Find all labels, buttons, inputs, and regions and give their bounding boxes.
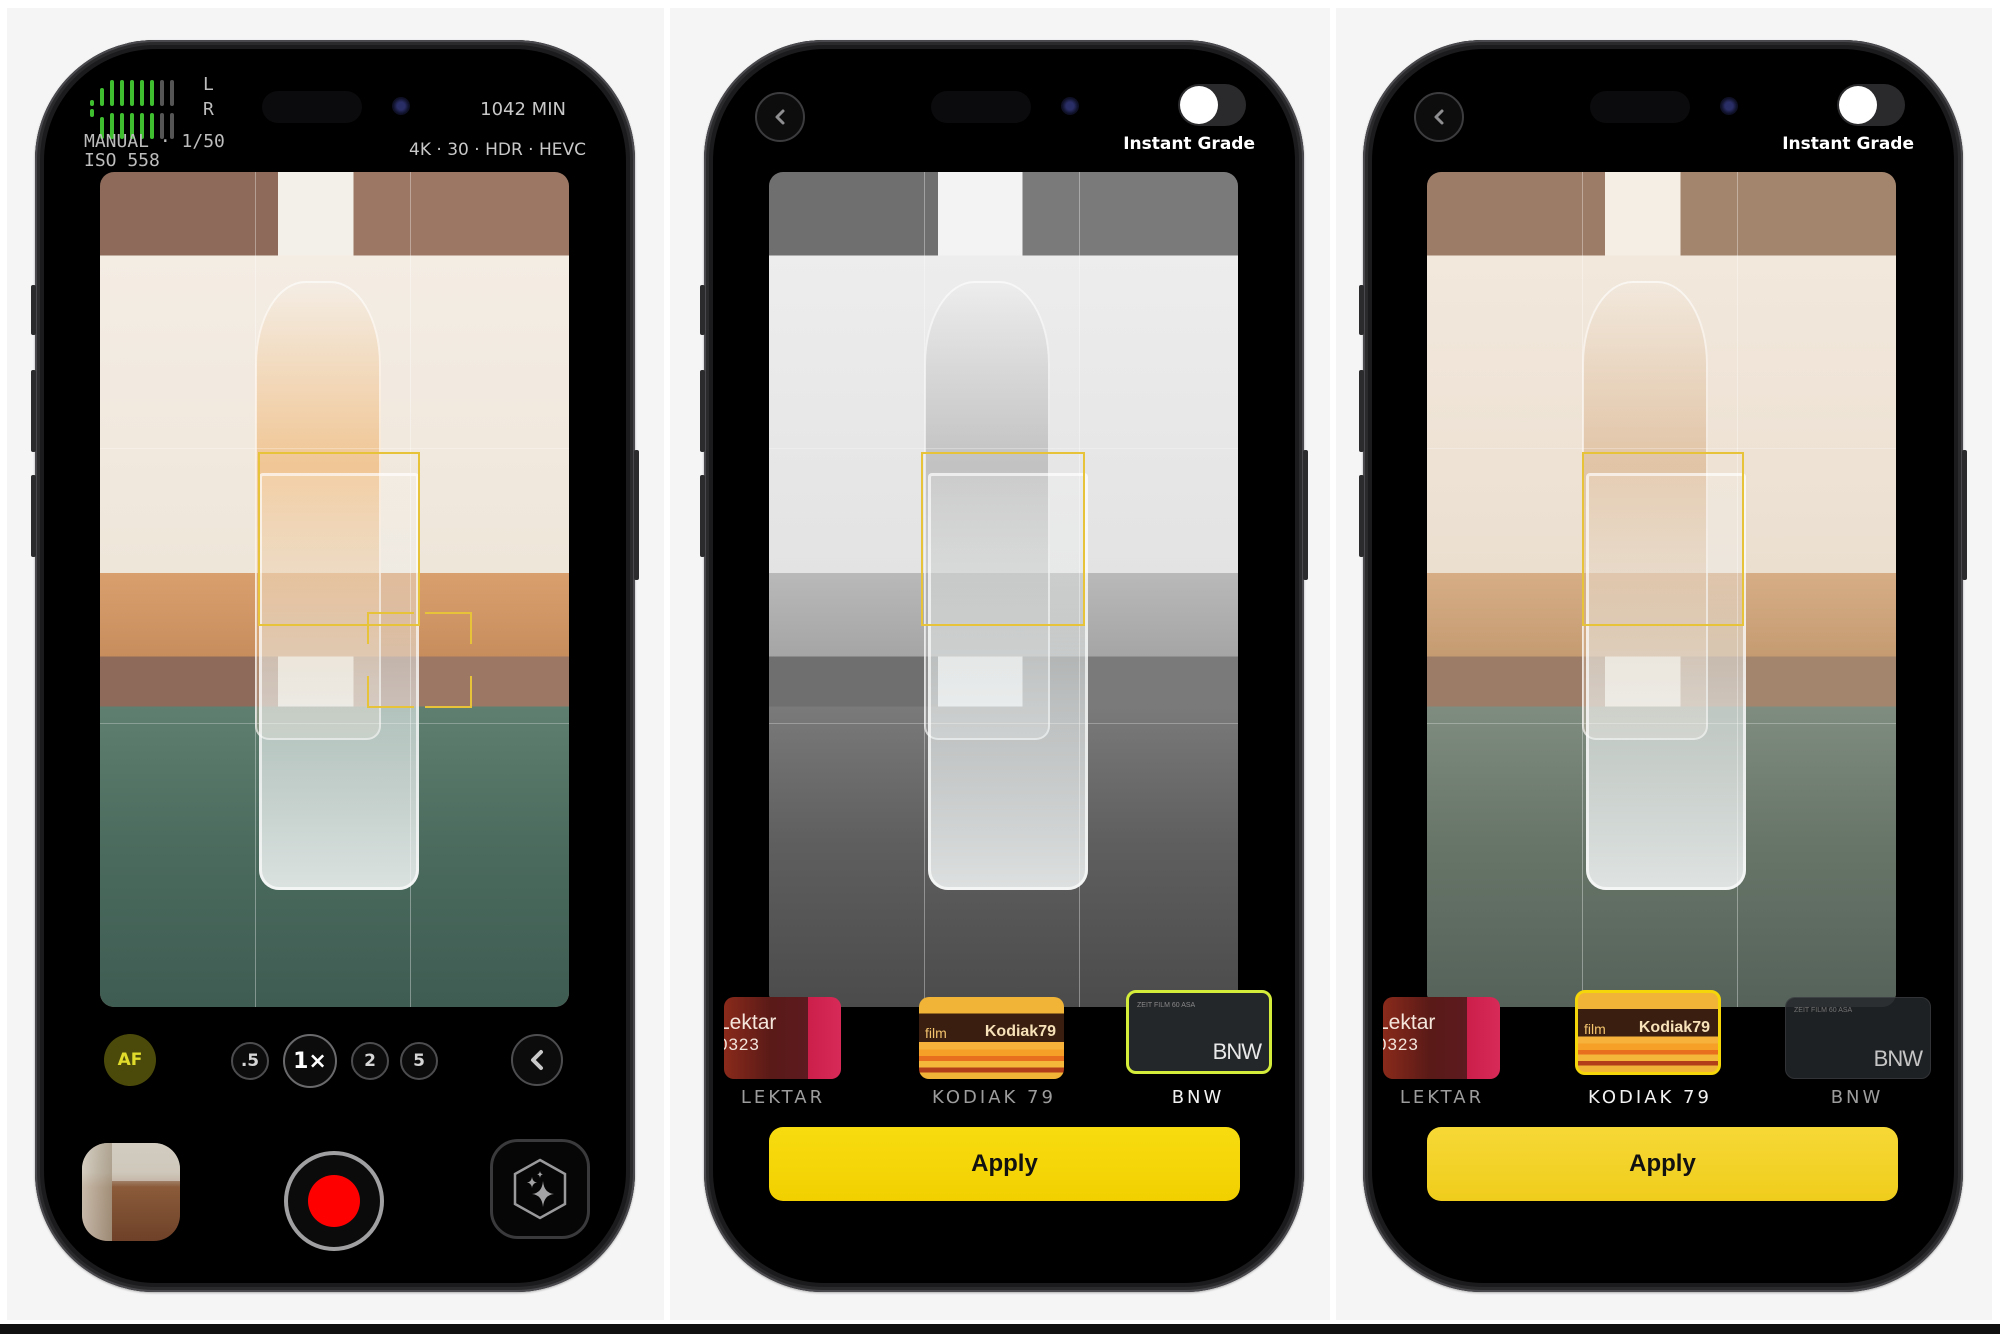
filter-card-bnw[interactable] [1126,990,1272,1074]
preview-image [1427,172,1896,1007]
apply-button[interactable]: Apply [1427,1127,1898,1201]
audio-meter-bar [130,80,134,106]
record-time-remaining: 1042 MIN [480,99,566,120]
apply-label: Apply [1629,1150,1696,1177]
zoom-label: 2 [364,1051,376,1071]
phone-camera: L R MANUAL · 1/50 ISO 558 1042 MIN 4K · … [31,40,639,1292]
exposure-box[interactable] [258,452,420,626]
grid-line [254,172,256,1007]
audio-meter-bar [100,88,104,106]
record-button[interactable] [284,1151,384,1251]
chevron-left-icon [1434,109,1444,125]
gallery-thumbnail[interactable] [82,1143,180,1241]
zoom-label: .5 [240,1051,260,1071]
screen: L R MANUAL · 1/50 ISO 558 1042 MIN 4K · … [44,49,626,1283]
sparkles-hexagon-icon [513,1158,567,1220]
camera-lens [1061,97,1079,115]
audio-meter-left [90,76,174,106]
filter-card-kodiak79[interactable] [919,997,1064,1079]
preview-image [769,172,1238,1007]
zoom-5x-button[interactable]: 5 [400,1042,438,1080]
filter-label-lektar: LEKTAR [740,1087,826,1108]
grid-line [100,447,569,449]
filter-label-kodiak79: KODIAK 79 [1588,1087,1712,1108]
phone-grade-kodiak: Instant Grade LEKTAR KODIAK 79 BNW Apply [1359,40,1967,1292]
grid-line [769,447,1238,449]
side-button [700,475,705,557]
filter-label-bnw: BNW [1830,1087,1884,1108]
side-button [1359,285,1364,335]
dynamic-island [262,91,362,123]
audio-meter-bar [170,80,174,106]
zoom-label: 5 [413,1051,425,1071]
grid-line [769,723,1238,725]
audio-channel-right-label: R [203,99,214,120]
camera-lens [392,97,410,115]
audio-meter-bar [90,109,94,117]
audio-meter-bar [140,80,144,106]
bottom-border [0,1324,2000,1334]
side-button [31,475,36,557]
grid-line [1427,723,1896,725]
side-button [31,285,36,335]
filter-card-lektar[interactable] [724,997,841,1079]
grade-button[interactable] [490,1139,590,1239]
back-button[interactable] [1414,92,1464,142]
apply-label: Apply [971,1150,1038,1177]
exposure-mode: MANUAL · 1/50 [84,131,225,152]
focus-box [1582,452,1744,626]
collapse-controls-button[interactable] [511,1034,563,1086]
dynamic-island [1590,91,1690,123]
chevron-left-icon [531,1050,543,1070]
side-button [1303,450,1308,580]
side-button [1359,370,1364,452]
filter-label-bnw: BNW [1171,1087,1225,1108]
side-button [1962,450,1967,580]
side-button [31,370,36,452]
audio-meter-bar [150,80,154,106]
zoom-label: 1× [293,1048,327,1074]
filter-label-lektar: LEKTAR [1399,1087,1485,1108]
screen: Instant Grade LEKTAR KODIAK 79 BNW Apply [713,49,1295,1283]
back-button[interactable] [755,92,805,142]
side-button [700,285,705,335]
video-format: 4K · 30 · HDR · HEVC [409,140,586,160]
apply-button[interactable]: Apply [769,1127,1240,1201]
instant-grade-toggle[interactable] [1178,84,1246,126]
viewfinder[interactable] [100,172,569,1007]
filter-card-lektar[interactable] [1383,997,1500,1079]
camera-lens [1720,97,1738,115]
focus-reticle[interactable] [367,612,472,708]
zoom-2x-button[interactable]: 2 [351,1042,389,1080]
af-button[interactable]: AF [104,1034,156,1086]
filter-card-kodiak79[interactable] [1575,990,1721,1075]
audio-meter-bar [90,100,94,106]
instant-grade-label: Instant Grade [1782,134,1914,154]
instant-grade-label: Instant Grade [1123,134,1255,154]
audio-channel-left-label: L [203,74,214,95]
audio-meter-bar [160,80,164,106]
toggle-knob [1180,86,1218,124]
audio-meter-bar [110,80,114,106]
record-icon [308,1175,360,1227]
focus-box [921,452,1085,626]
side-button [1359,475,1364,557]
grid-line [100,723,569,725]
zoom-1x-button[interactable]: 1× [283,1034,337,1088]
toggle-knob [1839,86,1877,124]
iso-value: ISO 558 [84,150,160,171]
grid-line [1427,447,1896,449]
chevron-left-icon [775,109,785,125]
side-button [634,450,639,580]
side-button [700,370,705,452]
dynamic-island [931,91,1031,123]
audio-meter-bar [120,80,124,106]
filter-label-kodiak79: KODIAK 79 [932,1087,1056,1108]
phone-grade-bw: Instant Grade LEKTAR KODIAK 79 BNW Apply [700,40,1308,1292]
instant-grade-toggle[interactable] [1837,84,1905,126]
filter-card-bnw[interactable] [1785,997,1931,1079]
zoom-0.5x-button[interactable]: .5 [231,1042,269,1080]
screen: Instant Grade LEKTAR KODIAK 79 BNW Apply [1372,49,1954,1283]
af-label: AF [117,1050,143,1070]
